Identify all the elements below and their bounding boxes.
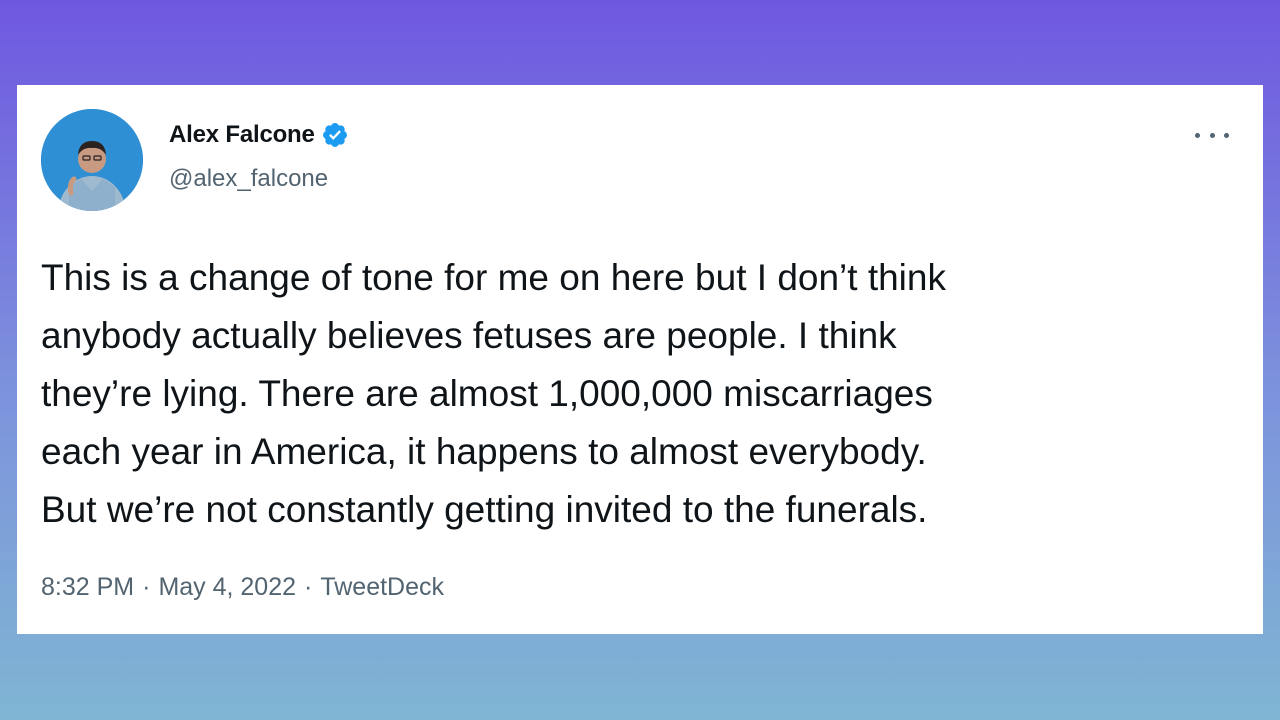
verified-badge-icon [321, 121, 349, 149]
tweet-text: This is a change of tone for me on here … [41, 257, 946, 530]
tweet-time[interactable]: 8:32 PM [41, 573, 134, 602]
tweet-metadata: 8:32 PM · May 4, 2022 · TweetDeck [41, 573, 444, 602]
tweet-source[interactable]: TweetDeck [320, 573, 444, 602]
tweet-card: Alex Falcone @alex_falcone This is a cha… [17, 85, 1263, 634]
author-handle[interactable]: @alex_falcone [169, 165, 328, 193]
meta-separator: · [142, 573, 151, 601]
author-display-name[interactable]: Alex Falcone [169, 121, 315, 149]
more-options-icon[interactable] [1195, 123, 1229, 147]
more-dot [1224, 132, 1229, 138]
meta-separator: · [304, 573, 313, 601]
author-name-row: Alex Falcone [169, 121, 349, 149]
tweet-date[interactable]: May 4, 2022 [158, 573, 296, 602]
avatar-photo-icon [41, 109, 143, 211]
more-dot [1209, 132, 1215, 138]
avatar[interactable] [41, 109, 143, 211]
more-dot [1195, 132, 1200, 138]
